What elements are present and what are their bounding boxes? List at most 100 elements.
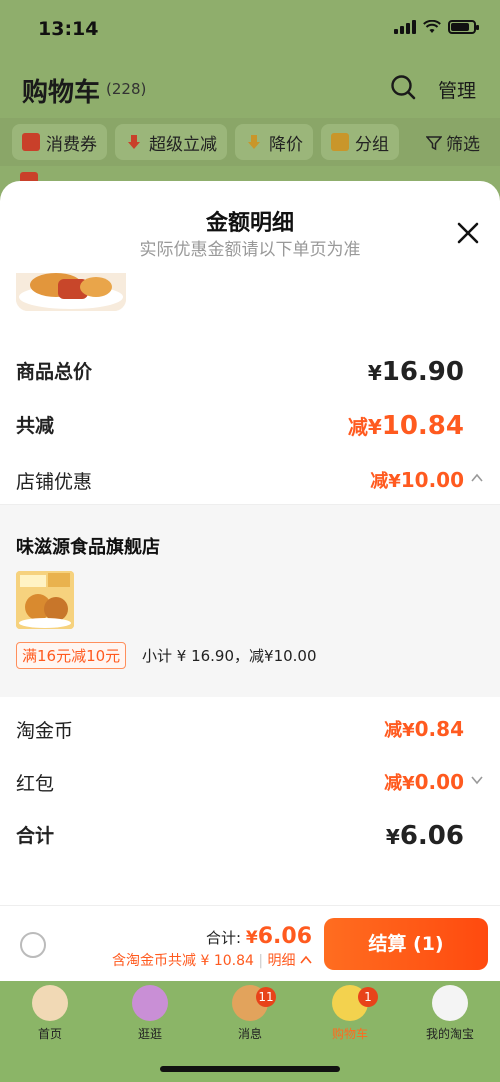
red-packet-value: 减¥0.00 [384, 769, 464, 795]
store-subtotal: 小计 ¥ 16.90，减¥10.00 [142, 647, 317, 665]
taobao-coins-amount: 0.84 [414, 717, 464, 741]
filter-chip-group[interactable]: 分组 [321, 124, 399, 160]
tab-cart[interactable]: 1 购物车 [300, 981, 400, 1051]
page-title: 购物车 [22, 78, 101, 108]
store-discount-value: 减¥10.00 [370, 467, 464, 493]
chevron-down-icon[interactable] [470, 773, 484, 787]
taobao-coins-label: 淘金币 [16, 720, 74, 742]
store-discount-label: 店铺优惠 [16, 471, 93, 493]
checkout-total: 合计: ¥6.06 [206, 924, 312, 949]
tab-label: 首页 [37, 1027, 62, 1041]
filter-chip-price-drop[interactable]: 降价 [235, 124, 313, 160]
checkout-total-label: 合计: [206, 929, 242, 947]
wifi-icon [423, 20, 441, 33]
filter-chip-label: 超级立减 [149, 134, 217, 155]
total-price-label: 商品总价 [16, 361, 93, 383]
red-packet-amount: 0.00 [414, 770, 464, 794]
home-indicator [160, 1066, 340, 1072]
total-price-value: ¥16.90 [368, 357, 464, 387]
mooncake-image [16, 273, 126, 311]
yen-symbol: ¥ [367, 415, 382, 439]
red-packet-label: 红包 [16, 773, 55, 795]
detail-label: 明细 [267, 953, 296, 969]
filter-button[interactable]: 筛选 [426, 130, 480, 155]
yen-symbol: ¥ [367, 361, 382, 385]
total-reduction-amount: 10.84 [381, 411, 464, 441]
folder-icon [331, 133, 349, 151]
chevron-up-icon [300, 955, 312, 964]
sheet-title: 金额明细 [205, 211, 294, 236]
total-reduction-label: 共减 [16, 415, 55, 437]
status-time: 13:14 [38, 18, 99, 40]
yen-symbol: ¥ [385, 825, 400, 849]
row-taobao-coins: 淘金币 减¥0.84 [16, 716, 484, 742]
checkout-button[interactable]: 结算 (1) [324, 918, 488, 970]
filter-chip-label: 降价 [269, 134, 303, 155]
cart-badge: 1 [358, 987, 378, 1007]
detail-toggle[interactable]: 明细 [268, 953, 312, 969]
filter-chip-coupon[interactable]: 消费券 [12, 124, 107, 160]
tab-browse[interactable]: 逛逛 [100, 981, 200, 1051]
tab-home[interactable]: 首页 [0, 981, 100, 1051]
chevron-up-icon[interactable] [470, 471, 484, 485]
reduction-prefix: 减 [384, 720, 403, 741]
status-bar: 13:14 [0, 0, 500, 60]
filter-chip-label: 分组 [355, 134, 389, 155]
tab-my-taobao[interactable]: 我的淘宝 [400, 981, 500, 1051]
status-icons [394, 20, 479, 34]
arrow-down-icon [128, 135, 140, 149]
filter-bar: 消费券 超级立减 降价 分组 [0, 118, 500, 166]
yen-symbol: ¥ [245, 928, 258, 948]
funnel-icon [426, 135, 442, 150]
cart-count: (228) [106, 80, 147, 98]
messages-badge: 11 [256, 987, 276, 1007]
product-thumbnail-partial [16, 273, 126, 311]
promo-tag: 满16元减10元 [16, 642, 127, 669]
checkout-total-price: ¥6.06 [245, 924, 312, 949]
sheet-subtitle: 实际优惠金额请以下单页为准 [139, 240, 361, 260]
close-icon[interactable] [456, 221, 480, 245]
store-discount-detail: 味滋源食品旗舰店 满16元减10元 小计 ¥ 16.90，减¥10.00 [0, 504, 500, 697]
tab-label: 我的淘宝 [425, 1027, 474, 1041]
home-icon [32, 985, 68, 1021]
yen-symbol: ¥ [402, 720, 415, 741]
tab-label: 逛逛 [137, 1027, 162, 1041]
mooncake-product-image [16, 571, 74, 629]
row-red-packet[interactable]: 红包 减¥0.00 [16, 769, 484, 795]
total-reduction-value: 减¥10.84 [348, 411, 464, 441]
checkout-discount-text: 含淘金币共减 ¥ 10.84 [112, 953, 254, 969]
tab-messages[interactable]: 11 消息 [200, 981, 300, 1051]
store-discount-amount: 10.00 [400, 468, 464, 492]
row-total-reduction: 共减 减¥10.84 [16, 411, 484, 441]
reduction-prefix: 减 [370, 471, 389, 492]
total-price-amount: 16.90 [381, 357, 464, 387]
checkout-bar: 合计: ¥6.06 含淘金币共减 ¥ 10.84 | 明细 结算 (1) [0, 905, 500, 981]
reduction-prefix: 减 [347, 415, 368, 439]
manage-button[interactable]: 管理 [438, 76, 476, 103]
select-all-checkbox[interactable] [20, 932, 46, 958]
filter-chip-super-discount[interactable]: 超级立减 [115, 124, 227, 160]
yen-symbol: ¥ [402, 773, 415, 794]
profile-icon [432, 985, 468, 1021]
store-product-thumbnail [16, 571, 74, 629]
filter-button-label: 筛选 [446, 135, 480, 155]
row-store-discount[interactable]: 店铺优惠 减¥10.00 [16, 467, 484, 493]
signal-icon [394, 20, 416, 34]
sum-amount: 6.06 [399, 821, 464, 851]
row-total-price: 商品总价 ¥16.90 [16, 357, 484, 387]
tab-label: 消息 [237, 1027, 262, 1041]
price-drop-icon [248, 135, 260, 149]
yen-symbol: ¥ [388, 471, 401, 492]
checkout-total-amount: 6.06 [257, 924, 312, 949]
taobao-coins-value: 减¥0.84 [384, 716, 464, 742]
store-name: 味滋源食品旗舰店 [16, 537, 160, 558]
coupon-icon [22, 133, 40, 151]
sum-value: ¥6.06 [386, 821, 464, 851]
tab-label: 购物车 [331, 1027, 368, 1041]
cart-header: 购物车 (228) 管理 [0, 60, 500, 116]
filter-chip-label: 消费券 [46, 134, 97, 155]
search-icon[interactable] [390, 74, 416, 100]
checkout-discount: 含淘金币共减 ¥ 10.84 | 明细 [112, 950, 312, 970]
reduction-prefix: 减 [384, 773, 403, 794]
sum-label: 合计 [16, 825, 55, 847]
